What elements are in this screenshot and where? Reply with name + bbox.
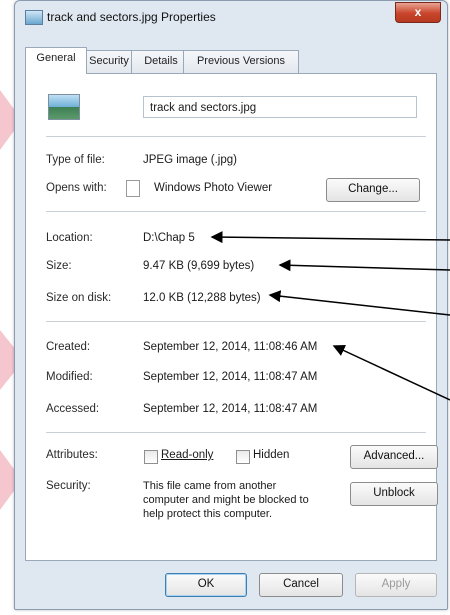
arrow-location (210, 231, 450, 244)
annotation-arrows (210, 231, 450, 401)
arrow-size-on-disk (268, 290, 450, 316)
tab-general[interactable]: General (25, 47, 87, 74)
arrow-created (332, 344, 450, 401)
arrow-size (278, 259, 450, 272)
